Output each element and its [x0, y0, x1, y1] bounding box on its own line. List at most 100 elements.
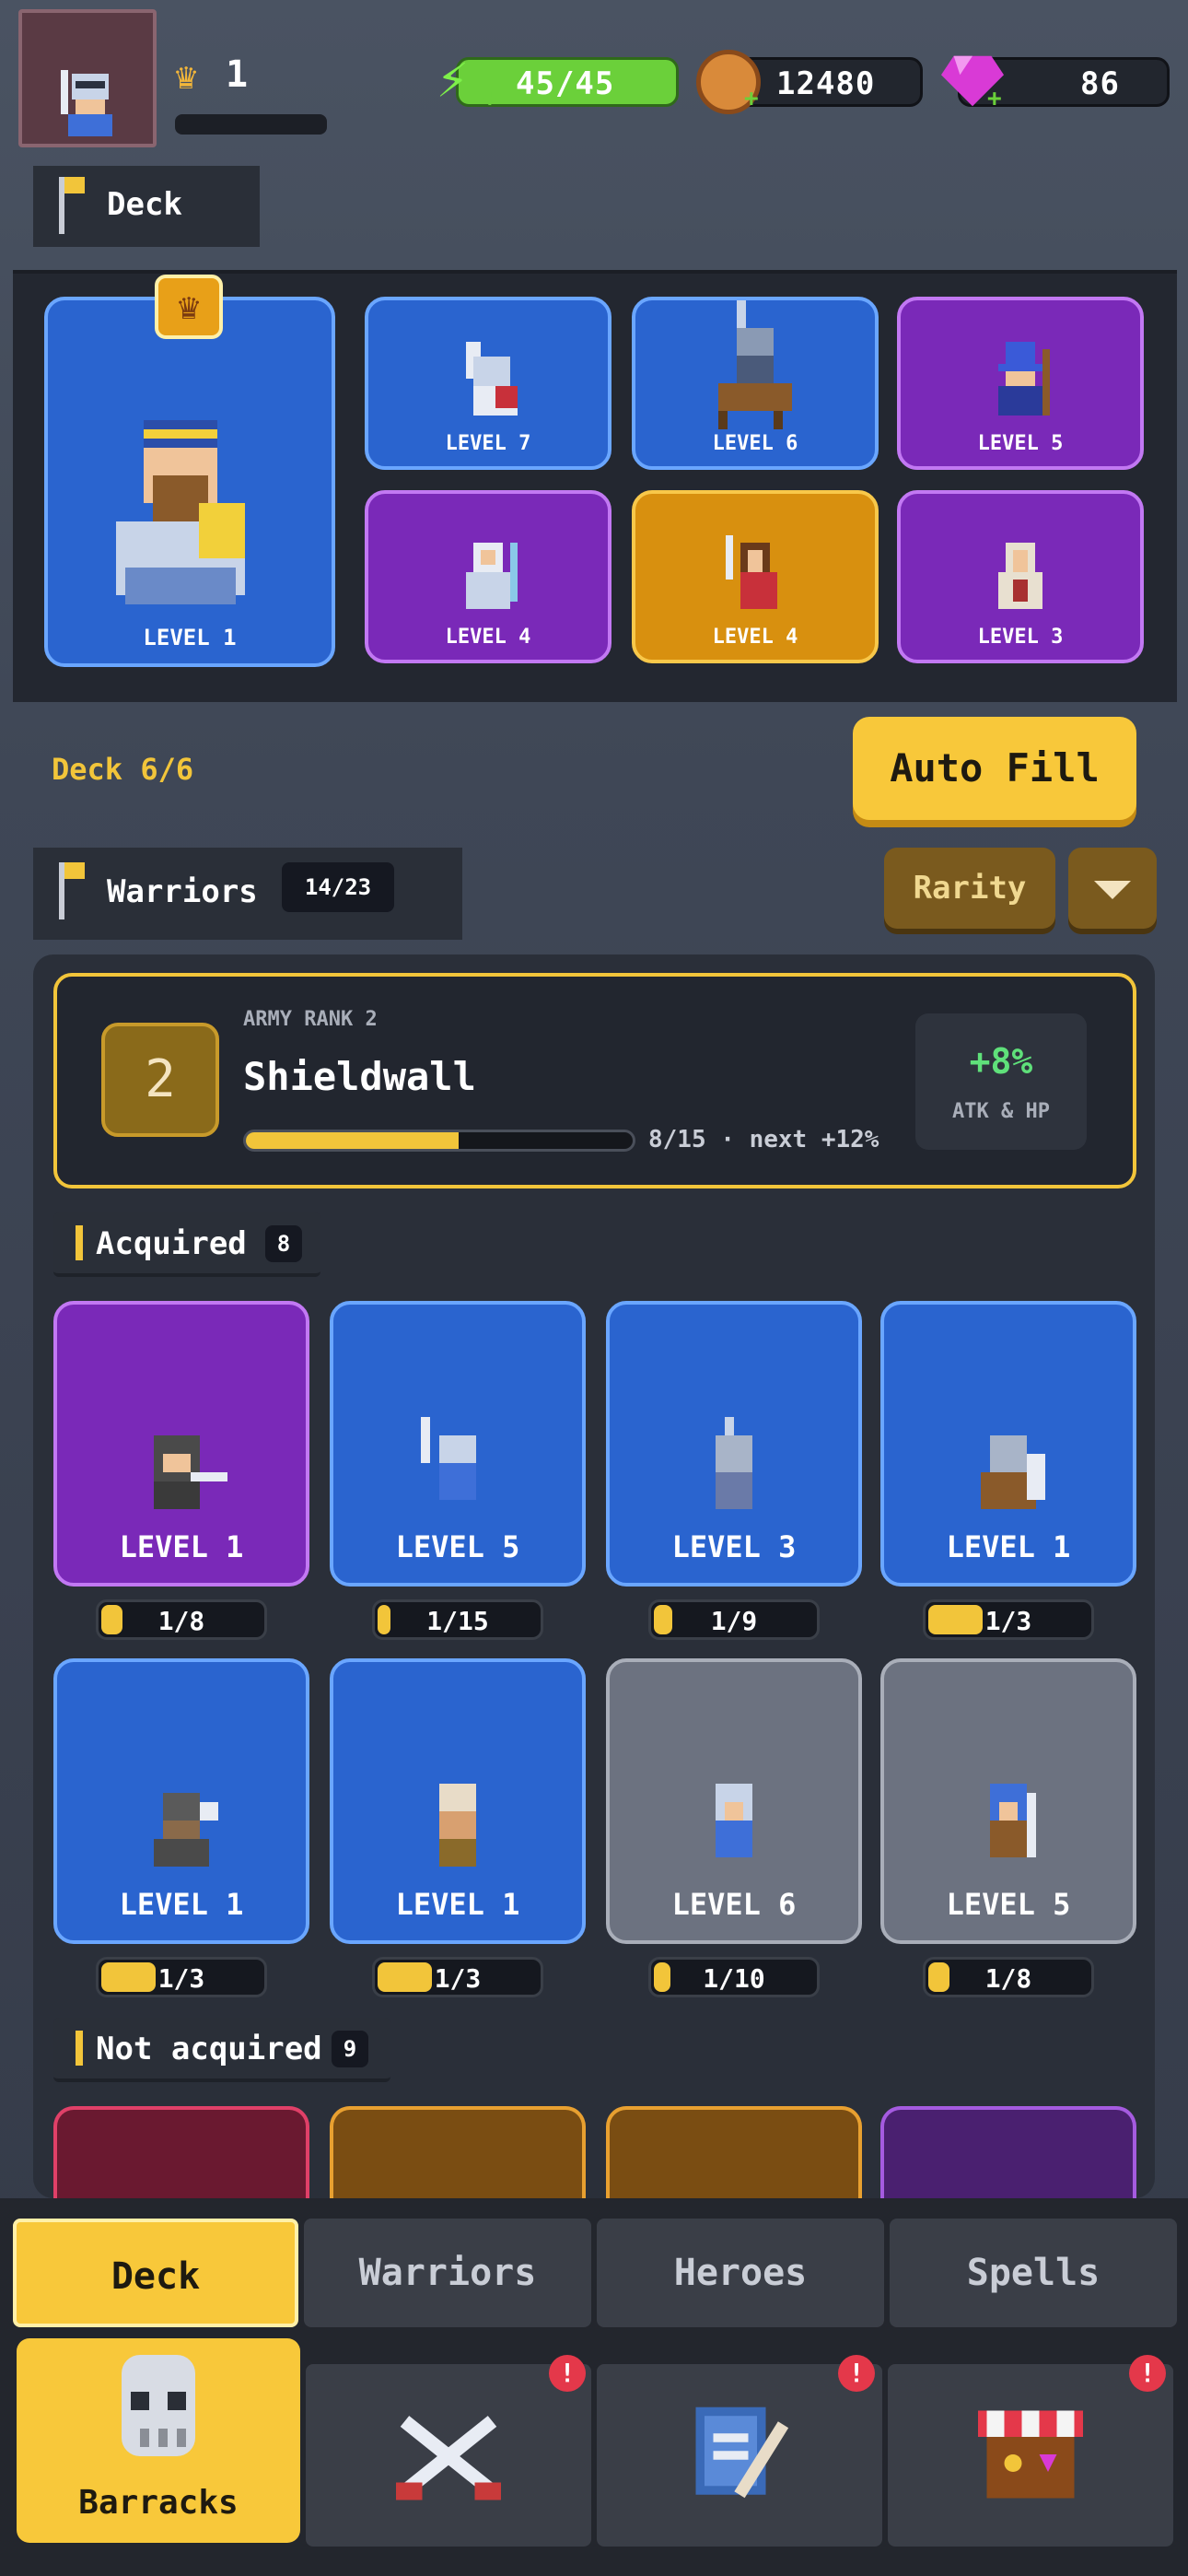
warrior-card-progress-text: 1/9	[710, 1606, 758, 1636]
warrior-card-progress-text: 1/3	[434, 1963, 482, 1994]
bonus-label: ATK & HP	[952, 1100, 1050, 1123]
deck-card-level: LEVEL 5	[977, 432, 1064, 455]
warrior-card[interactable]: LEVEL 6	[606, 1658, 862, 1944]
warrior-level: LEVEL 1	[119, 1887, 244, 1922]
warrior-card[interactable]: LEVEL 5	[330, 1301, 586, 1587]
warrior-sprite-icon	[981, 1435, 1045, 1509]
warrior-sprite-icon	[154, 1435, 227, 1509]
spellbook-icon	[695, 2406, 789, 2499]
cavalry-sprite-icon	[718, 300, 792, 429]
player-rank: 1	[226, 53, 249, 96]
priest-sprite-icon	[998, 543, 1042, 609]
warrior-sprite-icon	[439, 1784, 476, 1867]
tab-warriors[interactable]: Warriors	[304, 2219, 591, 2327]
warrior-level: LEVEL 3	[671, 1529, 797, 1564]
warrior-sprite-icon	[154, 1793, 218, 1867]
bonus-value: +8%	[969, 1041, 1033, 1082]
warrior-card[interactable]: LEVEL 1	[330, 1658, 586, 1944]
sort-rarity-button[interactable]: Rarity	[884, 848, 1055, 929]
army-rank-progress	[243, 1130, 635, 1152]
player-avatar[interactable]	[18, 9, 157, 147]
warrior-card[interactable]: LEVEL 1	[53, 1658, 309, 1944]
deck-hero-card[interactable]: LEVEL 1	[44, 297, 335, 667]
locked-warrior-card[interactable]	[330, 2106, 586, 2198]
warrior-card[interactable]: LEVEL 5	[880, 1658, 1136, 1944]
nav-barracks[interactable]: Barracks	[17, 2338, 300, 2543]
warrior-card-progress: 1/8	[96, 1599, 267, 1640]
section-marker	[76, 2031, 83, 2066]
swordsman-sprite-icon	[726, 535, 777, 609]
warrior-level: LEVEL 1	[395, 1887, 520, 1922]
crossed-swords-icon	[396, 2416, 501, 2500]
nav-shop[interactable]: !	[888, 2355, 1173, 2547]
deck-banner: Deck	[33, 166, 260, 247]
army-rank-badge: 2	[101, 1023, 219, 1137]
warrior-card-progress: 1/8	[923, 1957, 1094, 1997]
flag-icon	[59, 862, 85, 919]
deck-card[interactable]: LEVEL 4	[365, 490, 611, 663]
locked-warrior-card[interactable]	[606, 2106, 862, 2198]
army-rank-progress-fill	[246, 1132, 459, 1149]
plus-icon[interactable]: +	[987, 85, 1002, 112]
flag-icon	[59, 177, 85, 234]
deck-card[interactable]: LEVEL 7	[365, 297, 611, 470]
warrior-card-progress-text: 1/8	[157, 1606, 205, 1636]
tab-spells[interactable]: Spells	[890, 2219, 1177, 2327]
acquired-count: 8	[265, 1225, 302, 1262]
warrior-card-progress: 1/10	[648, 1957, 820, 1997]
player-xp-bar	[175, 114, 327, 135]
warrior-level: LEVEL 5	[395, 1529, 520, 1564]
alert-badge: !	[549, 2355, 586, 2392]
plus-icon[interactable]: +	[744, 85, 759, 112]
warrior-card-progress-text: 1/3	[157, 1963, 205, 1994]
warrior-card[interactable]: LEVEL 1	[880, 1301, 1136, 1587]
section-marker	[76, 1225, 83, 1260]
tab-heroes[interactable]: Heroes	[597, 2219, 884, 2327]
warrior-card-progress-text: 1/15	[426, 1606, 489, 1636]
warrior-card-progress-text: 1/3	[984, 1606, 1032, 1636]
not-acquired-section-tag: Not acquired 9	[53, 2018, 390, 2082]
deck-card-level: LEVEL 4	[712, 626, 798, 649]
warrior-level: LEVEL 1	[119, 1529, 244, 1564]
sort-dropdown-button[interactable]	[1068, 848, 1157, 929]
army-rank-caption: ARMY RANK 2	[243, 1008, 378, 1031]
warrior-card-progress: 1/9	[648, 1599, 820, 1640]
hero-sprite-icon	[116, 420, 245, 604]
acquired-label: Acquired	[96, 1225, 247, 1262]
locked-warrior-card[interactable]	[53, 2106, 309, 2198]
warriors-banner-label: Warriors	[107, 873, 258, 910]
locked-warrior-card[interactable]	[880, 2106, 1136, 2198]
warrior-card-progress: 1/3	[372, 1957, 543, 1997]
nav-spellbook[interactable]: !	[597, 2355, 882, 2547]
deck-card[interactable]: LEVEL 3	[897, 490, 1144, 663]
warrior-card[interactable]: LEVEL 1	[53, 1301, 309, 1587]
nav-battle[interactable]: !	[306, 2355, 591, 2547]
nav-barracks-label: Barracks	[78, 2484, 239, 2522]
deck-card-level: LEVEL 6	[712, 432, 798, 455]
deck-card-level: LEVEL 3	[977, 626, 1064, 649]
crown-icon: ♛	[175, 55, 198, 98]
deck-hero-level: LEVEL 1	[143, 625, 237, 650]
deck-card[interactable]: LEVEL 4	[632, 490, 879, 663]
warrior-card-progress: 1/3	[96, 1957, 267, 1997]
tab-deck[interactable]: Deck	[13, 2219, 298, 2327]
warrior-level: LEVEL 5	[946, 1887, 1071, 1922]
deck-card[interactable]: LEVEL 6	[632, 297, 879, 470]
warrior-card-progress: 1/3	[923, 1599, 1094, 1640]
auto-fill-button[interactable]: Auto Fill	[853, 717, 1136, 820]
plus-icon[interactable]: +	[483, 85, 497, 112]
wizard-sprite-icon	[998, 342, 1050, 416]
deck-card[interactable]: LEVEL 5	[897, 297, 1144, 470]
acquired-section-tag: Acquired 8	[53, 1212, 320, 1277]
army-rank-progress-text: 8/15 · next +12%	[648, 1126, 879, 1153]
gems-value: 86	[1080, 65, 1120, 102]
alert-badge: !	[838, 2355, 875, 2392]
crown-icon: ♛	[155, 275, 223, 339]
deck-count: Deck 6/6	[52, 752, 194, 787]
warrior-sprite-icon	[990, 1784, 1036, 1857]
warrior-card[interactable]: LEVEL 3	[606, 1301, 862, 1587]
warrior-card-progress-text: 1/8	[984, 1963, 1032, 1994]
lightning-icon: ⚡	[437, 47, 469, 110]
not-acquired-count: 9	[332, 2031, 368, 2067]
energy-value: 45/45	[516, 65, 615, 102]
